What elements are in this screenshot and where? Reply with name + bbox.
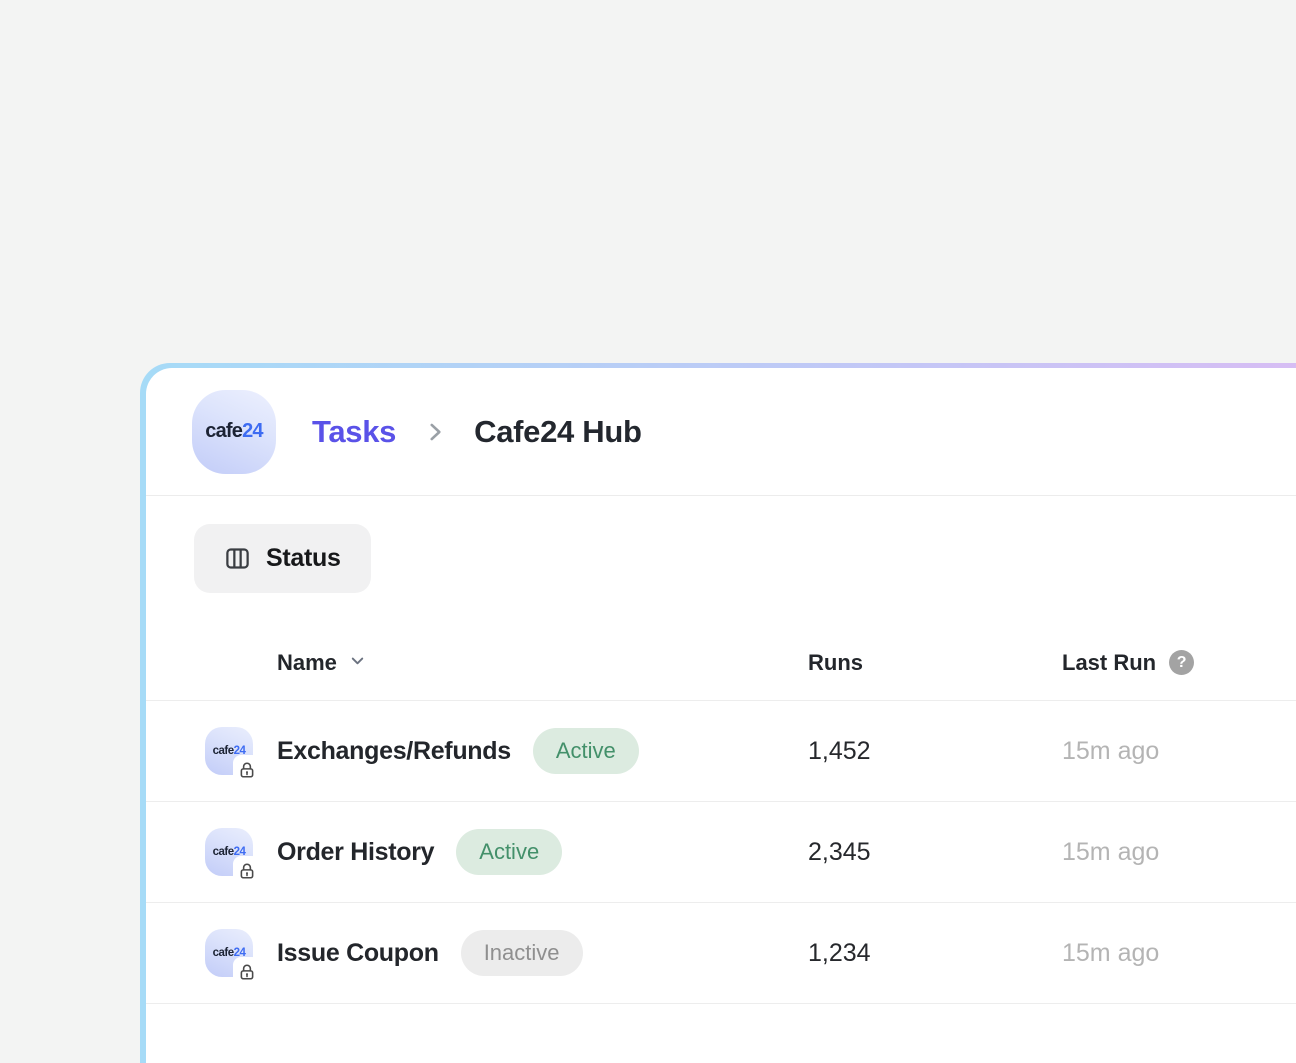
page-title: Cafe24 Hub [474, 414, 642, 450]
cafe24-app-icon: cafe24 [205, 828, 253, 876]
task-name: Exchanges/Refunds [277, 737, 511, 766]
task-name: Order History [277, 838, 434, 867]
column-header-runs: Runs [808, 650, 1062, 676]
chevron-down-icon [348, 650, 367, 676]
help-icon[interactable]: ? [1169, 650, 1194, 675]
lock-icon [233, 957, 260, 986]
status-badge: Inactive [461, 930, 583, 976]
column-header-name[interactable]: Name [277, 650, 367, 676]
row-icon-cell: cafe24 [205, 727, 277, 775]
row-icon-cell: cafe24 [205, 929, 277, 977]
column-header-lastrun: Last Run [1062, 650, 1156, 676]
card-header: cafe24 Tasks Cafe24 Hub [146, 368, 1296, 496]
table-row[interactable]: cafe24 Issue Coupon Inactive 1,234 15m a… [146, 903, 1296, 1004]
breadcrumb: Tasks Cafe24 Hub [312, 414, 642, 450]
cafe24-app-icon: cafe24 [205, 727, 253, 775]
cafe24-logo: cafe24 [192, 390, 276, 474]
runs-value: 1,452 [808, 737, 1062, 766]
chevron-right-icon [422, 419, 448, 445]
table-header-row: Name Runs Last Run ? [146, 625, 1296, 701]
cafe24-logo-text: cafe24 [205, 420, 263, 443]
column-header-name-label: Name [277, 650, 337, 676]
last-run-value: 15m ago [1062, 939, 1296, 968]
lock-icon [233, 755, 260, 784]
task-name: Issue Coupon [277, 939, 439, 968]
runs-value: 2,345 [808, 838, 1062, 867]
table-row[interactable]: cafe24 Exchanges/Refunds Active 1,452 15… [146, 701, 1296, 802]
row-icon-cell: cafe24 [205, 828, 277, 876]
main-card: cafe24 Tasks Cafe24 Hub Status Nam [140, 363, 1296, 1063]
runs-value: 1,234 [808, 939, 1062, 968]
columns-icon [224, 545, 251, 572]
cafe24-app-icon: cafe24 [205, 929, 253, 977]
status-filter-button[interactable]: Status [194, 524, 371, 593]
lock-icon [233, 856, 260, 885]
last-run-value: 15m ago [1062, 838, 1296, 867]
last-run-value: 15m ago [1062, 737, 1296, 766]
status-badge: Active [456, 829, 562, 875]
status-badge: Active [533, 728, 639, 774]
status-button-label: Status [266, 544, 341, 573]
tasks-table: Name Runs Last Run ? cafe24 [146, 625, 1296, 1004]
card-inner: cafe24 Tasks Cafe24 Hub Status Nam [146, 368, 1296, 1063]
table-row[interactable]: cafe24 Order History Active 2,345 15m ag… [146, 802, 1296, 903]
breadcrumb-tasks-link[interactable]: Tasks [312, 414, 396, 450]
